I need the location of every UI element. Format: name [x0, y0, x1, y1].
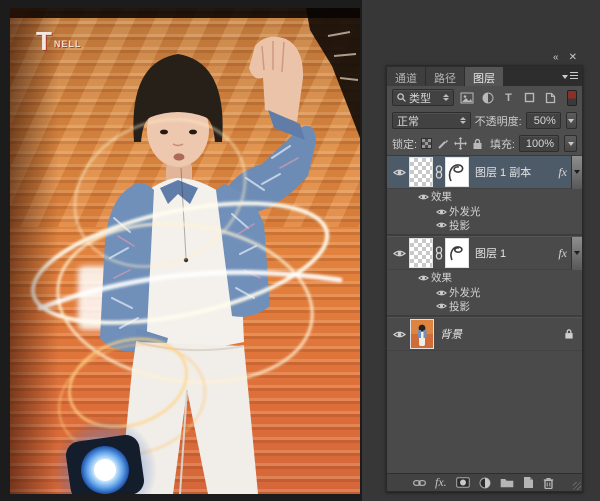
new-layer-icon[interactable] — [523, 476, 534, 489]
mask-link-chain-icon[interactable] — [433, 246, 445, 260]
panel-menu-icon[interactable] — [562, 71, 578, 82]
new-adjustment-layer-icon[interactable] — [479, 477, 491, 489]
layers-panel-dock: « ✕ 通道 路径 图层 类型 T 正常 不透明度: 50% 锁定: 填充: 1… — [386, 51, 583, 492]
dock-header: « ✕ — [386, 51, 583, 65]
filter-pixel-layers-icon[interactable] — [458, 90, 475, 105]
fx-text: fx — [435, 475, 444, 489]
filter-shape-layers-icon[interactable] — [521, 90, 538, 105]
eye-icon — [393, 169, 406, 175]
visibility-toggle[interactable] — [390, 330, 409, 339]
effect-label: 投影 — [449, 219, 470, 232]
blend-mode-combobox[interactable]: 正常 — [392, 112, 471, 129]
logo-main-text: T — [36, 26, 52, 56]
lock-transparent-pixels-icon[interactable] — [421, 138, 433, 149]
logo-sub-text: NELL — [53, 39, 82, 49]
lock-row: 锁定: 填充: 100% — [387, 132, 582, 155]
effect-drop-shadow-row[interactable]: 投影 — [387, 219, 582, 234]
opacity-value-field[interactable]: 50% — [525, 112, 561, 129]
lock-position-move-icon[interactable] — [453, 136, 467, 151]
background-layer-thumbnail[interactable] — [410, 319, 434, 349]
eye-icon — [417, 275, 429, 280]
combo-arrows-icon — [443, 94, 449, 101]
fill-value: 100% — [525, 137, 554, 150]
layer-row-background[interactable]: 背景 — [387, 318, 582, 351]
panel-resize-corner[interactable] — [573, 482, 581, 490]
layers-list: 图层 1 副本 fx 效果 外发光 投影 图层 1 fx 效果 外发光 投影 背… — [387, 155, 582, 473]
filter-type-layers-icon[interactable]: T — [500, 90, 517, 105]
effect-label: 投影 — [449, 300, 470, 313]
visibility-toggle[interactable] — [390, 168, 409, 177]
eye-icon — [435, 303, 447, 309]
opacity-label: 不透明度: — [474, 115, 522, 128]
broadcast-logo: T NELL — [36, 26, 82, 56]
effect-outer-glow-row[interactable]: 外发光 — [387, 285, 582, 300]
delete-layer-trash-icon[interactable] — [543, 477, 554, 489]
collapse-effects-button[interactable] — [571, 156, 582, 189]
filter-kind-label: 类型 — [409, 92, 431, 105]
blend-mode-row: 正常 不透明度: 50% — [387, 109, 582, 132]
photo-left-shade — [10, 8, 360, 494]
eye-icon — [417, 194, 429, 199]
tab-layers[interactable]: 图层 — [465, 67, 503, 86]
document-canvas[interactable]: T NELL — [10, 8, 360, 494]
layer-name[interactable]: 图层 1 — [469, 245, 554, 261]
filter-smart-objects-icon[interactable] — [542, 90, 559, 105]
layer-filtering-toggle[interactable] — [567, 89, 577, 106]
blend-mode-value: 正常 — [397, 115, 419, 128]
layer-locked-icon — [564, 328, 574, 340]
layer-row-layer1-copy[interactable]: 图层 1 副本 fx — [387, 156, 582, 189]
layer-mask-thumbnail[interactable] — [445, 157, 469, 187]
eye-icon — [435, 209, 447, 214]
tab-paths[interactable]: 路径 — [426, 67, 464, 86]
filter-adjustment-layers-icon[interactable] — [479, 90, 496, 105]
collapse-effects-button[interactable] — [571, 236, 582, 270]
effects-group-row[interactable]: 效果 — [387, 270, 582, 285]
link-layers-icon[interactable] — [413, 479, 426, 487]
effects-group-row[interactable]: 效果 — [387, 189, 582, 204]
filter-kind-combobox[interactable]: 类型 — [392, 89, 454, 106]
new-group-folder-icon[interactable] — [500, 477, 514, 488]
layer-mask-thumbnail[interactable] — [445, 238, 469, 268]
fill-label: 填充: — [489, 138, 515, 151]
opacity-value: 50% — [533, 114, 556, 127]
add-layer-style-icon[interactable]: fx. — [435, 475, 447, 490]
layers-panel-bottom-bar: fx. — [387, 473, 582, 491]
search-icon — [397, 93, 406, 102]
fx-badge[interactable]: fx — [554, 165, 571, 180]
lock-label: 锁定: — [392, 138, 418, 151]
effect-drop-shadow-row[interactable]: 投影 — [387, 300, 582, 315]
fill-value-field[interactable]: 100% — [519, 135, 559, 152]
mask-link-chain-icon[interactable] — [433, 165, 445, 179]
photoshop-window: T NELL « ✕ 通道 路径 图层 类型 T 正常 不透明度: 50% 锁定… — [0, 0, 600, 501]
eye-icon — [393, 331, 406, 337]
layer-row-layer1[interactable]: 图层 1 fx — [387, 236, 582, 270]
fill-dropdown-button[interactable] — [564, 135, 577, 152]
effects-group-label: 效果 — [431, 191, 452, 203]
eye-icon — [435, 290, 447, 295]
lock-all-padlock-icon[interactable] — [471, 136, 484, 151]
eye-icon — [435, 222, 447, 228]
layers-panel: 通道 路径 图层 类型 T 正常 不透明度: 50% 锁定: 填充: 100% … — [386, 65, 583, 492]
eye-icon — [393, 250, 406, 256]
close-panel-button[interactable]: ✕ — [569, 53, 577, 63]
layer-name[interactable]: 图层 1 副本 — [469, 164, 554, 180]
lock-image-pixels-brush-icon[interactable] — [436, 136, 449, 151]
add-layer-mask-icon[interactable] — [455, 477, 470, 488]
effects-group-label: 效果 — [431, 272, 452, 284]
layer-thumbnail[interactable] — [409, 157, 433, 187]
panel-tabbar: 通道 路径 图层 — [387, 66, 582, 86]
layer-filter-row: 类型 T — [387, 86, 582, 109]
combo-arrows-icon — [459, 117, 466, 124]
fx-badge[interactable]: fx — [554, 246, 571, 261]
collapse-panel-button[interactable]: « — [553, 53, 559, 63]
effect-outer-glow-row[interactable]: 外发光 — [387, 204, 582, 219]
tab-channels[interactable]: 通道 — [387, 67, 425, 86]
layer-thumbnail[interactable] — [409, 238, 433, 268]
visibility-toggle[interactable] — [390, 249, 409, 258]
layer-name[interactable]: 背景 — [434, 326, 564, 342]
opacity-dropdown-button[interactable] — [565, 112, 577, 129]
